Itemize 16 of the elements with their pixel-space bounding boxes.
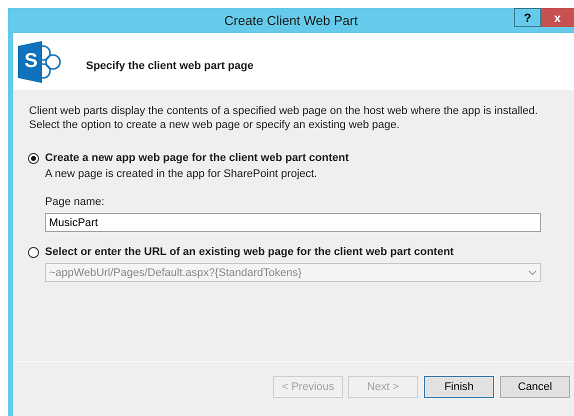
window-title: Create Client Web Part — [224, 13, 358, 28]
page-heading: Specify the client web part page — [86, 60, 254, 72]
option-label[interactable]: Select or enter the URL of an existing web page for the client web part content — [45, 246, 454, 258]
field-label: Page name: — [45, 196, 106, 208]
radio-button[interactable] — [28, 152, 39, 164]
option-label[interactable]: Create a new app web page for the client web part content — [45, 152, 349, 164]
wizard-button[interactable]: Finish — [424, 376, 494, 398]
close-button[interactable]: x — [541, 8, 574, 27]
help-button[interactable]: ? — [514, 8, 541, 27]
wizard-button[interactable]: Cancel — [500, 376, 570, 398]
description-text: Client web parts display the contents of a specified web page on the host web where the app is installed. Select the option to create a new web page or specify an existing web page. — [29, 104, 539, 132]
page-name-field[interactable]: MusicPart — [45, 213, 541, 232]
logo: S — [18, 40, 62, 82]
chevron-down-icon — [528, 270, 537, 276]
option-description: A new page is created in the app for SharePoint project. — [45, 168, 318, 180]
radio-button[interactable] — [28, 246, 39, 258]
